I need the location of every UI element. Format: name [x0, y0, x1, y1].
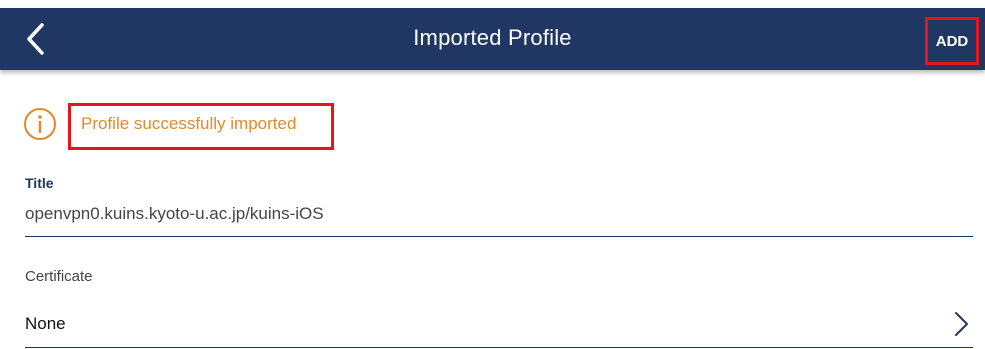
certificate-value: None [25, 314, 66, 333]
certificate-divider [25, 347, 973, 348]
chevron-right-icon [952, 310, 970, 338]
title-field-divider [25, 236, 973, 237]
info-circle-icon [23, 107, 57, 141]
certificate-selector[interactable]: None [0, 300, 985, 349]
title-field[interactable]: openvpn0.kuins.kyoto-u.ac.jp/kuins-iOS [25, 204, 324, 224]
page-title: Imported Profile [413, 25, 572, 50]
navigation-bar: Imported Profile ADD [0, 8, 985, 70]
title-label: Title [25, 175, 54, 191]
import-success-message: Profile successfully imported [81, 114, 297, 133]
add-button[interactable]: ADD [925, 17, 979, 65]
certificate-label: Certificate [25, 268, 93, 285]
imported-profile-screen: Imported Profile ADD Profile successfull… [0, 0, 985, 349]
